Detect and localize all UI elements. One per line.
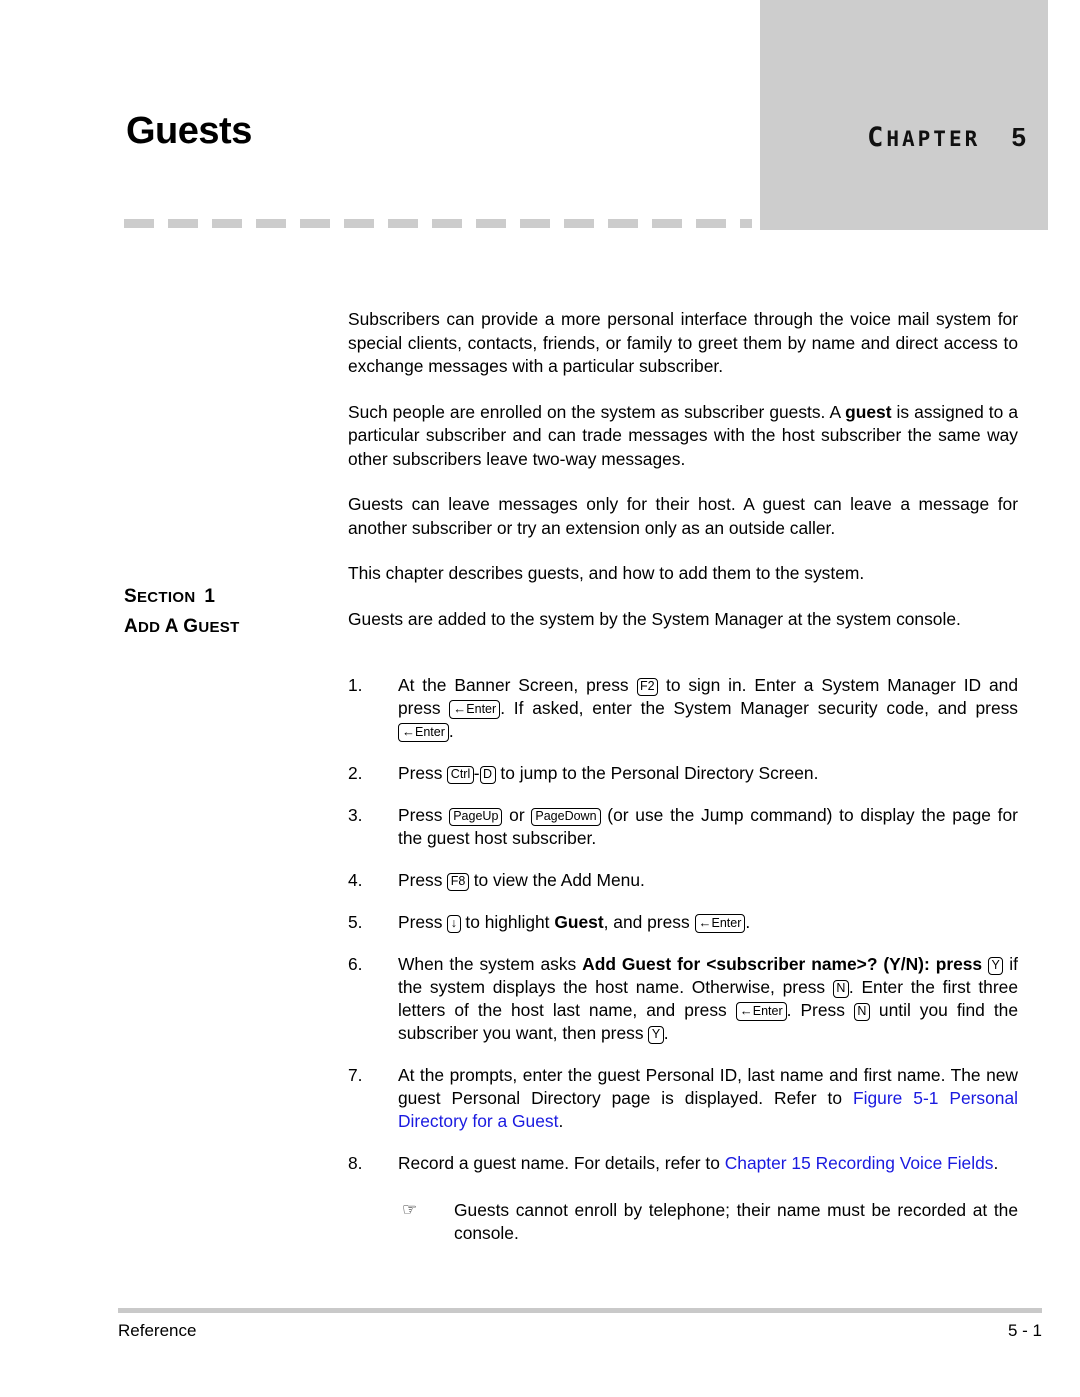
enter-label: Enter bbox=[415, 724, 445, 739]
step8-text-b: . bbox=[993, 1153, 999, 1173]
step-text: At the Banner Screen, press F2 to sign i… bbox=[398, 674, 1018, 743]
step5-text-c: , and press bbox=[603, 912, 695, 932]
step-text: Press ↓ to highlight Guest, and press ←E… bbox=[398, 911, 1018, 934]
step-text: When the system asks Add Guest for <subs… bbox=[398, 953, 1018, 1045]
intro-p2-part1: Such people are enrolled on the system a… bbox=[348, 401, 846, 422]
step-number: 4. bbox=[348, 870, 363, 890]
chapter-banner-box: CHAPTER 5 bbox=[760, 0, 1048, 230]
step4-text-a: Press bbox=[398, 870, 448, 890]
key-pagedown[interactable]: PageDown bbox=[531, 807, 601, 826]
step-number: 8. bbox=[348, 1153, 363, 1173]
step6-text-a: When the system asks bbox=[398, 954, 583, 974]
step4-text-b: to view the Add Menu. bbox=[468, 870, 645, 890]
enter-label: Enter bbox=[711, 915, 742, 930]
intro-p2-bold-guest: guest bbox=[845, 401, 892, 422]
step-item: 1. At the Banner Screen, press F2 to sig… bbox=[348, 674, 1018, 743]
step-number: 2. bbox=[348, 763, 363, 783]
chapter-word-rest: HAPTER bbox=[886, 127, 981, 151]
step-number: 6. bbox=[348, 954, 363, 974]
intro-paragraph-3: Guests can leave messages only for their… bbox=[348, 494, 1018, 538]
title-dashed-rule bbox=[124, 219, 752, 228]
step-item: 5. Press ↓ to highlight Guest, and press… bbox=[348, 911, 1018, 934]
page-title: Guests bbox=[126, 110, 252, 152]
step2-hyphen: - bbox=[473, 763, 480, 783]
step1-text-a: At the Banner Screen, press bbox=[398, 675, 637, 695]
intro-paragraph-5: Guests are added to the system by the Sy… bbox=[348, 608, 961, 629]
footer-page-number: 5 - 1 bbox=[1007, 1321, 1042, 1340]
step-number: 5. bbox=[348, 912, 363, 932]
enter-arrow-icon: ← bbox=[402, 723, 415, 739]
key-arrow-down[interactable]: ↓ bbox=[447, 914, 461, 933]
step8-text-a: Record a guest name. For details, refer … bbox=[398, 1153, 725, 1173]
intro-paragraph-4: This chapter describes guests, and how t… bbox=[348, 563, 865, 583]
step5-text-b: to highlight bbox=[460, 912, 555, 932]
step-number: 1. bbox=[348, 675, 363, 695]
step7-text-b: . bbox=[558, 1111, 564, 1131]
enter-arrow-icon: ← bbox=[698, 914, 712, 930]
step2-text-b: to jump to the Personal Directory Screen… bbox=[495, 763, 819, 783]
note-text: Guests cannot enroll by telephone; their… bbox=[454, 1200, 1018, 1243]
step5-text-d: . bbox=[745, 912, 751, 932]
step-item: 4. Press F8 to view the Add Menu. bbox=[348, 869, 1018, 892]
step5-text-a: Press bbox=[398, 912, 448, 932]
step-text: Press F8 to view the Add Menu. bbox=[398, 869, 1018, 892]
step-item: 2. Press Ctrl - D to jump to the Personal … bbox=[348, 762, 1018, 785]
enter-arrow-icon: ← bbox=[453, 700, 467, 716]
step3-text-b: or bbox=[502, 805, 532, 825]
intro-body: Subscribers can provide a more personal … bbox=[348, 308, 1018, 631]
step6-bold-prompt: Add Guest for <subscriber name>? (Y/N) bbox=[582, 954, 924, 974]
chapter-label: CHAPTER 5 bbox=[760, 122, 1026, 153]
key-enter[interactable]: ←Enter bbox=[694, 913, 746, 933]
step-number: 3. bbox=[348, 805, 363, 825]
step-item: 8. Record a guest name. For details, ref… bbox=[348, 1152, 1018, 1175]
footer-rule bbox=[118, 1308, 1042, 1313]
step-item: 6. When the system asks Add Guest for <s… bbox=[348, 953, 1018, 1045]
step-number: 7. bbox=[348, 1065, 363, 1085]
key-y[interactable]: Y bbox=[648, 1025, 664, 1044]
section-number-label: SECTION 1 bbox=[124, 586, 216, 607]
step3-text-a: Press bbox=[398, 805, 450, 825]
enter-label: Enter bbox=[466, 701, 497, 716]
enter-label: Enter bbox=[752, 1003, 783, 1018]
step6-text-b: : press bbox=[923, 954, 989, 974]
intro-paragraph-1: Subscribers can provide a more personal … bbox=[348, 309, 1018, 376]
key-enter[interactable]: ←Enter bbox=[735, 1001, 787, 1021]
key-d[interactable]: D bbox=[479, 765, 496, 784]
enter-arrow-icon: ← bbox=[739, 1002, 753, 1018]
step2-text-a: Press bbox=[398, 763, 448, 783]
intro-paragraph-2: Such people are enrolled on the system a… bbox=[348, 401, 1018, 472]
step1-text-d: . bbox=[448, 721, 454, 741]
chapter-word-c: C bbox=[867, 122, 887, 153]
step-text: Press PageUp or PageDown (or use the Jum… bbox=[398, 804, 1018, 850]
key-y[interactable]: Y bbox=[988, 956, 1004, 975]
procedure-steps: 1. At the Banner Screen, press F2 to sig… bbox=[348, 674, 1018, 1245]
section-name-label: ADD A GUEST bbox=[124, 616, 240, 637]
chapter-number: 5 bbox=[1011, 122, 1026, 152]
key-f8[interactable]: F8 bbox=[447, 872, 469, 891]
key-pageup[interactable]: PageUp bbox=[449, 807, 503, 826]
key-ctrl[interactable]: Ctrl bbox=[447, 765, 474, 784]
step6-text-g: . bbox=[663, 1023, 669, 1043]
step5-bold-guest: Guest bbox=[554, 912, 604, 932]
step-text: Record a guest name. For details, refer … bbox=[398, 1152, 1018, 1175]
key-n[interactable]: N bbox=[853, 1002, 870, 1021]
link-chapter-15[interactable]: Chapter 15 Recording Voice Fields bbox=[725, 1153, 994, 1173]
pointing-hand-icon: ☞ bbox=[402, 1200, 418, 1219]
key-enter[interactable]: ←Enter bbox=[398, 722, 449, 742]
step-text: Press Ctrl - D to jump to the Personal Dir… bbox=[398, 762, 1018, 785]
step6-text-e: . Press bbox=[786, 1000, 854, 1020]
step1-text-c: . If asked, enter the System Manager sec… bbox=[500, 698, 1019, 718]
step-text: At the prompts, enter the guest Personal… bbox=[398, 1064, 1018, 1133]
key-enter[interactable]: ←Enter bbox=[449, 699, 501, 719]
step-item: 3. Press PageUp or PageDown (or use the … bbox=[348, 804, 1018, 850]
key-n[interactable]: N bbox=[832, 979, 849, 998]
step-item: 7. At the prompts, enter the guest Perso… bbox=[348, 1064, 1018, 1133]
key-f2[interactable]: F2 bbox=[636, 677, 659, 696]
note-block: ☞ Guests cannot enroll by telephone; the… bbox=[348, 1199, 1018, 1245]
